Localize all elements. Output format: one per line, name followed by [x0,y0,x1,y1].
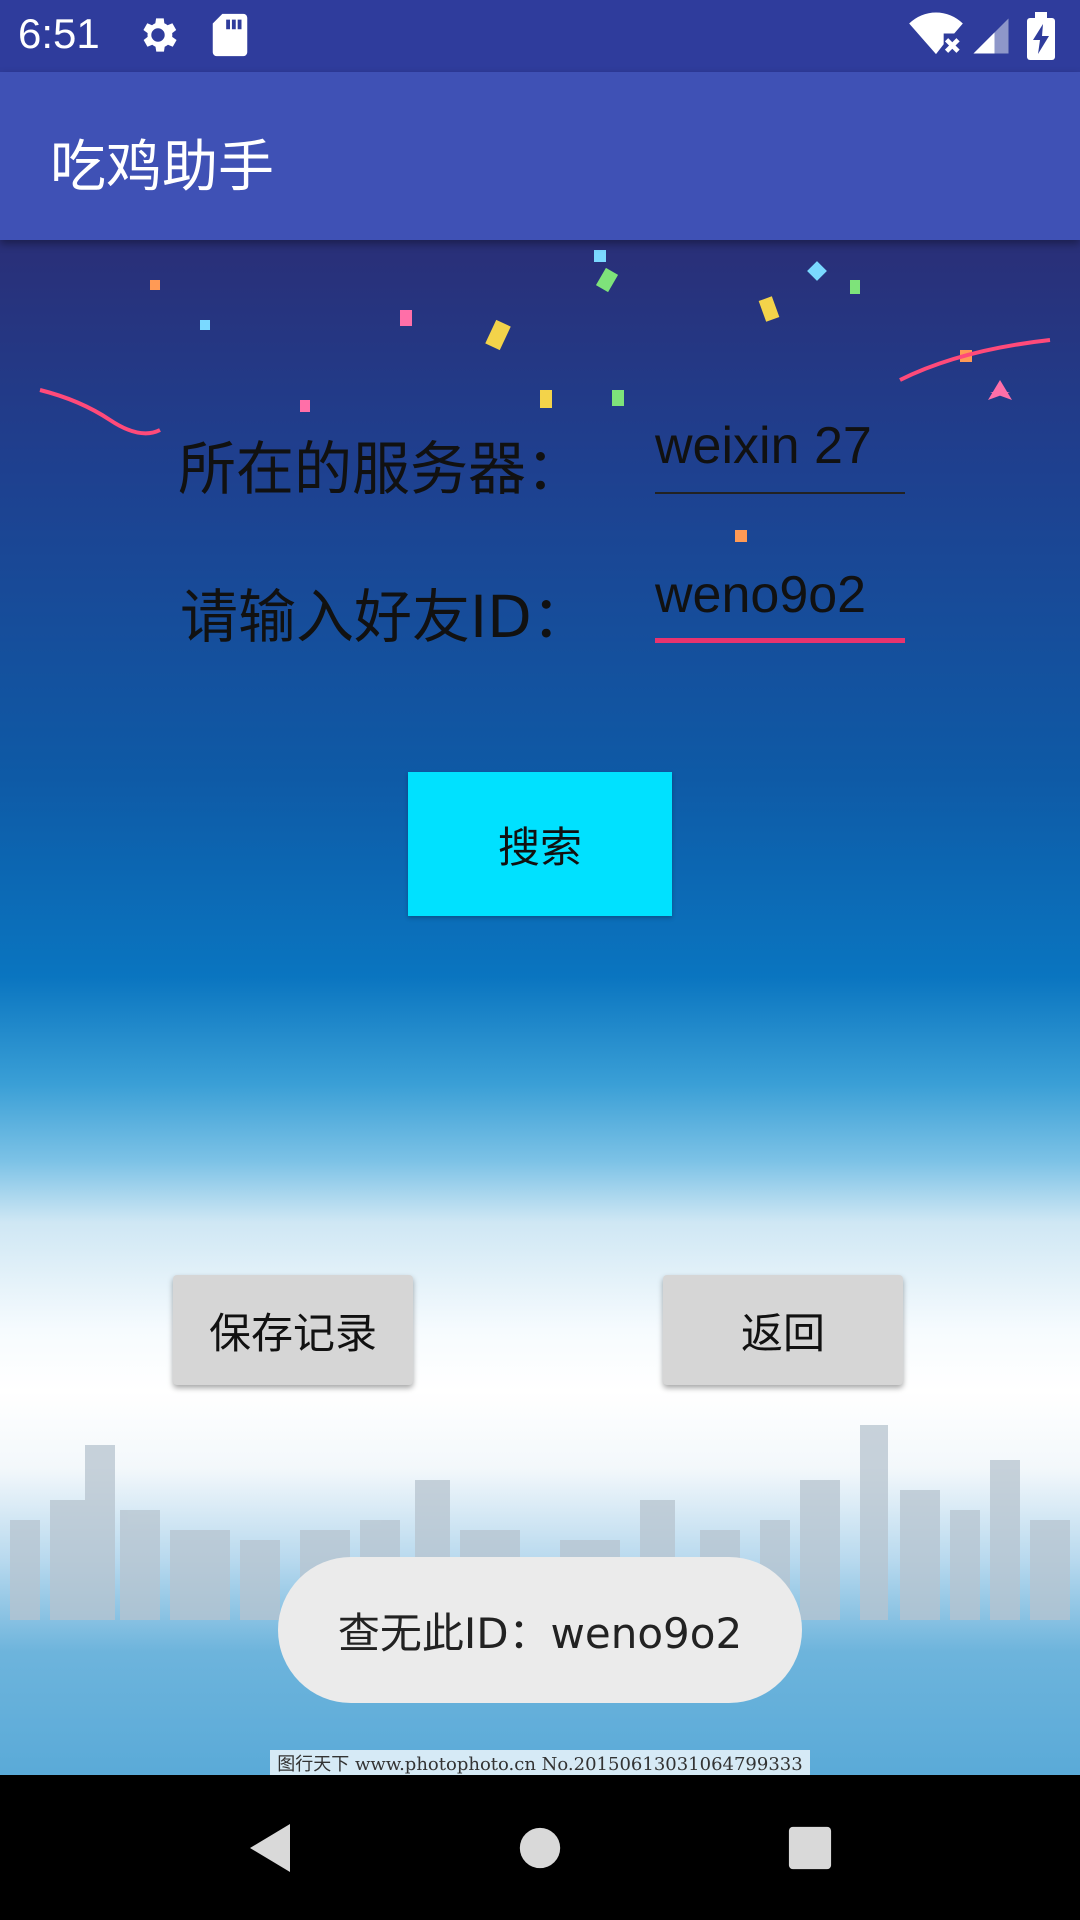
server-input-underline [655,492,905,494]
battery-charging-icon [1027,12,1055,64]
search-button[interactable]: 搜索 [408,772,672,916]
toast-text: 查无此ID：weno9o2 [337,1608,743,1658]
friend-id-label: 请输入好友ID： [180,583,590,651]
background-watermark: 图行天下 www.photophoto.cn No.20150613031064… [270,1750,810,1775]
gear-icon [135,12,181,62]
server-input[interactable]: weixin 27 [655,416,905,494]
app-bar: 吃鸡助手 [0,72,1080,240]
main-content: 所在的服务器： weixin 27 请输入好友ID： weno9o2 搜索 保存… [0,240,1080,1775]
friend-id-input-value: weno9o2 [655,566,867,624]
app-title: 吃鸡助手 [50,135,274,200]
home-icon[interactable] [480,1775,600,1920]
status-bar: 6:51 [0,0,1080,72]
save-record-button[interactable]: 保存记录 [173,1275,413,1385]
status-time: 6:51 [18,10,100,57]
server-input-value: weixin 27 [655,417,872,475]
signal-icon [970,14,1012,62]
recents-icon[interactable] [750,1775,870,1920]
wifi-off-icon [908,12,964,62]
friend-id-input-underline [655,638,905,643]
back-icon[interactable] [210,1775,330,1920]
sd-card-icon [210,12,250,62]
friend-id-input[interactable]: weno9o2 [655,565,905,643]
server-label: 所在的服务器： [178,435,585,503]
toast-message: 查无此ID：weno9o2 [278,1557,802,1703]
navigation-bar [0,1775,1080,1920]
watermark-text: 图行天下 www.photophoto.cn No.20150613031064… [277,1753,803,1775]
back-button[interactable]: 返回 [663,1275,903,1385]
